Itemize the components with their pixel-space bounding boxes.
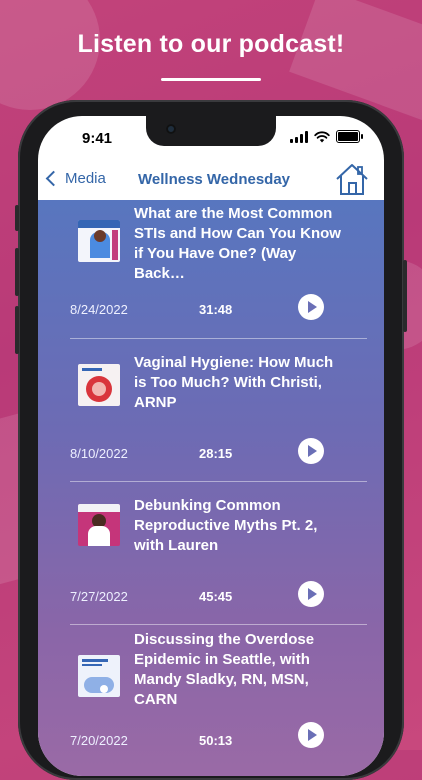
status-time: 9:41 xyxy=(82,130,113,147)
signal-icon xyxy=(290,130,308,143)
episode-title: Vaginal Hygiene: How Much is Too Much? W… xyxy=(134,354,334,411)
wifi-icon xyxy=(314,130,330,142)
episode-item[interactable]: Vaginal Hygiene: How Much is Too Much? W… xyxy=(38,339,384,481)
episode-date: 7/27/2022 xyxy=(70,589,128,604)
episode-thumbnail xyxy=(78,364,120,406)
phone-side-button xyxy=(15,306,19,354)
episode-list: What are the Most Common STIs and How Ca… xyxy=(38,200,384,776)
episode-title: Discussing the Overdose Epidemic in Seat… xyxy=(134,631,315,708)
episode-thumbnail xyxy=(78,655,120,697)
episode-date: 7/20/2022 xyxy=(70,733,128,748)
play-button[interactable] xyxy=(298,581,324,607)
chevron-left-icon xyxy=(45,170,62,187)
notch xyxy=(146,116,276,146)
episode-duration: 45:45 xyxy=(199,589,233,604)
episode-item[interactable]: Discussing the Overdose Epidemic in Seat… xyxy=(38,625,384,776)
camera-icon xyxy=(166,124,176,134)
phone-side-button xyxy=(403,260,407,332)
page-title: Wellness Wednesday xyxy=(138,171,291,188)
episode-date: 8/24/2022 xyxy=(70,302,128,317)
headline-underline xyxy=(161,78,261,81)
navigation-bar: Media Wellness Wednesday xyxy=(38,160,384,200)
episode-duration: 28:15 xyxy=(199,446,233,461)
episode-duration: 31:48 xyxy=(199,302,233,317)
episode-duration: 50:13 xyxy=(199,733,233,748)
episode-item[interactable]: What are the Most Common STIs and How Ca… xyxy=(38,200,384,338)
back-button[interactable]: Media xyxy=(45,170,106,187)
phone-screen: 9:41 Media Wellness Wednesday What are t… xyxy=(38,116,384,776)
phone-side-button xyxy=(15,205,19,231)
home-icon[interactable] xyxy=(334,162,370,196)
battery-icon xyxy=(336,130,363,143)
episode-thumbnail xyxy=(78,220,120,262)
episode-thumbnail xyxy=(78,504,120,546)
headline: Listen to our podcast! xyxy=(77,30,345,58)
phone-side-button xyxy=(15,248,19,296)
episode-title: Debunking Common Reproductive Myths Pt. … xyxy=(134,497,318,554)
back-button-label: Media xyxy=(65,170,106,187)
episode-item[interactable]: Debunking Common Reproductive Myths Pt. … xyxy=(38,482,384,624)
play-button[interactable] xyxy=(298,438,324,464)
episode-date: 8/10/2022 xyxy=(70,446,128,461)
play-button[interactable] xyxy=(298,294,324,320)
status-icons xyxy=(290,130,363,143)
play-button[interactable] xyxy=(298,722,324,748)
episode-title: What are the Most Common STIs and How Ca… xyxy=(134,205,341,282)
